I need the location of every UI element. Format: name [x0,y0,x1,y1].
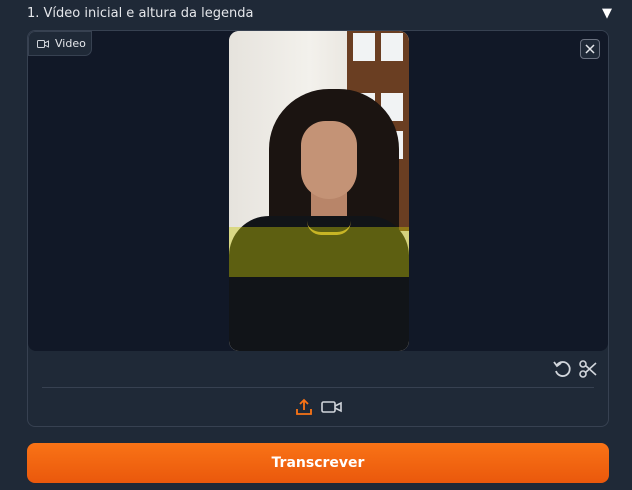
video-toolbar [28,357,608,381]
webcam-icon[interactable] [321,398,343,416]
clear-video-button[interactable] [580,39,600,59]
transcribe-button[interactable]: Transcrever [27,443,609,483]
close-icon [585,44,595,54]
video-frame [229,31,409,351]
video-player[interactable]: Video [28,31,608,351]
video-input-block: Video [27,30,609,427]
divider [42,387,594,388]
undo-icon[interactable] [552,359,572,379]
video-label-text: Video [55,37,86,50]
scissors-icon[interactable] [578,359,598,379]
accordion-title: 1. Vídeo inicial e altura da legenda [27,5,254,21]
video-camera-icon [37,39,49,48]
accordion-header[interactable]: 1. Vídeo inicial e altura da legenda ▼ [0,0,632,26]
upload-icon[interactable] [295,398,313,416]
subtitle-height-band[interactable] [229,227,409,277]
triangle-down-icon[interactable]: ▼ [602,6,612,21]
video-label: Video [28,31,92,56]
